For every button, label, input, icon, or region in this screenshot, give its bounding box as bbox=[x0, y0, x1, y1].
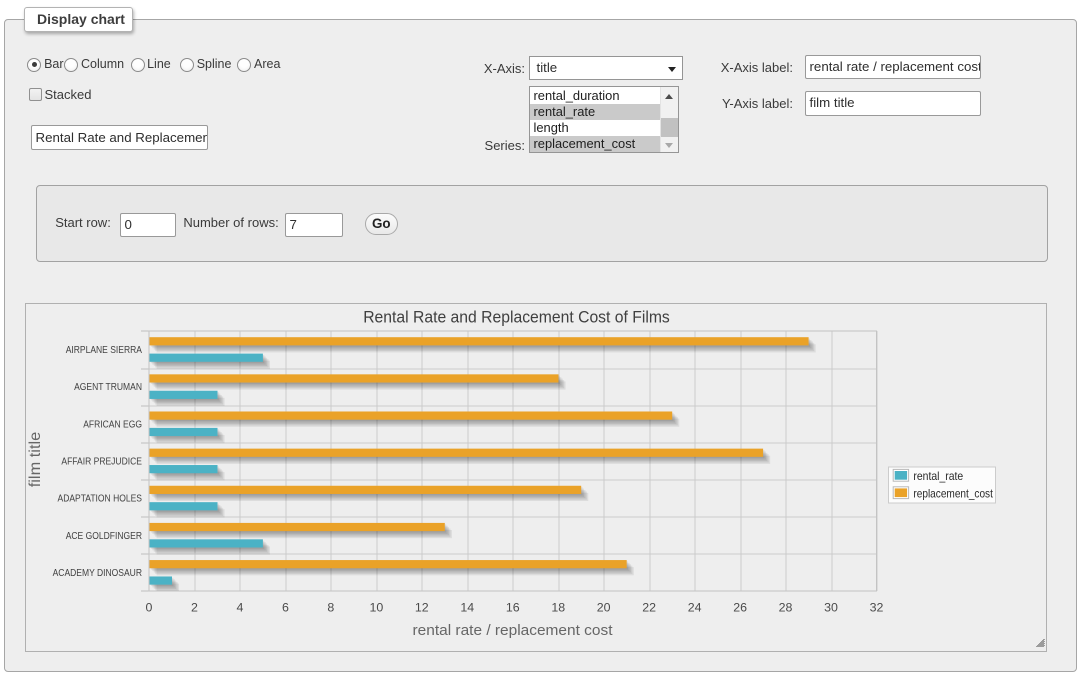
svg-text:Rental Rate and Replacement Co: Rental Rate and Replacement Cost of Film… bbox=[363, 307, 670, 326]
svg-text:AIRPLANE SIERRA: AIRPLANE SIERRA bbox=[65, 345, 142, 356]
svg-text:8: 8 bbox=[327, 600, 334, 614]
svg-text:ACADEMY DINOSAUR: ACADEMY DINOSAUR bbox=[52, 567, 141, 578]
svg-text:AFFAIR PREJUDICE: AFFAIR PREJUDICE bbox=[61, 456, 142, 467]
svg-text:10: 10 bbox=[369, 600, 383, 614]
svg-text:film title: film title bbox=[27, 431, 44, 487]
svg-text:ADAPTATION HOLES: ADAPTATION HOLES bbox=[57, 493, 142, 504]
svg-text:30: 30 bbox=[824, 600, 838, 614]
svg-text:rental rate / replacement cost: rental rate / replacement cost bbox=[412, 622, 612, 638]
svg-text:2: 2 bbox=[191, 600, 198, 614]
svg-text:26: 26 bbox=[733, 600, 747, 614]
svg-text:32: 32 bbox=[869, 600, 883, 614]
svg-text:replacement_cost: replacement_cost bbox=[913, 486, 993, 500]
svg-text:0: 0 bbox=[145, 600, 152, 614]
svg-text:20: 20 bbox=[596, 600, 610, 614]
svg-text:22: 22 bbox=[642, 600, 656, 614]
svg-text:24: 24 bbox=[687, 600, 701, 614]
svg-text:rental_rate: rental_rate bbox=[913, 468, 963, 482]
svg-text:AFRICAN EGG: AFRICAN EGG bbox=[83, 419, 142, 430]
svg-text:18: 18 bbox=[551, 600, 565, 614]
svg-text:28: 28 bbox=[778, 600, 792, 614]
svg-text:AGENT TRUMAN: AGENT TRUMAN bbox=[74, 382, 142, 393]
svg-text:4: 4 bbox=[236, 600, 243, 614]
svg-text:ACE GOLDFINGER: ACE GOLDFINGER bbox=[65, 530, 141, 541]
svg-text:12: 12 bbox=[414, 600, 428, 614]
svg-text:14: 14 bbox=[460, 600, 474, 614]
svg-text:6: 6 bbox=[281, 600, 288, 614]
svg-text:16: 16 bbox=[505, 600, 519, 614]
